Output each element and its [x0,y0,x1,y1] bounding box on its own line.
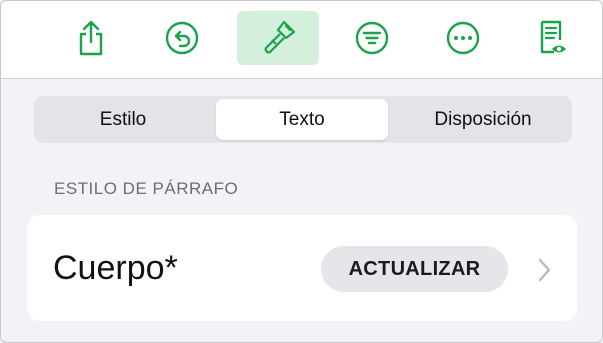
format-tabs: Estilo Texto Disposición [34,96,572,143]
more-icon [446,21,480,55]
tab-texto[interactable]: Texto [216,99,388,140]
undo-button[interactable] [155,11,209,65]
format-button[interactable] [237,11,319,65]
format-brush-icon [264,20,296,54]
undo-icon [165,21,199,55]
section-label: ESTILO DE PÁRRAFO [54,179,239,198]
paragraph-style-row[interactable]: Cuerpo* ACTUALIZAR [27,215,577,321]
chevron-right-icon [538,258,551,282]
organize-button[interactable] [345,11,399,65]
current-style-name: Cuerpo* [53,249,178,287]
tab-estilo[interactable]: Estilo [40,99,206,140]
document-view-icon [540,20,566,54]
share-icon [79,20,103,56]
document-view-button[interactable] [525,11,579,65]
update-style-button[interactable]: ACTUALIZAR [321,246,508,292]
share-button[interactable] [64,11,118,65]
toolbar [1,1,602,79]
format-panel: Estilo Texto Disposición ESTILO DE PÁRRA… [0,0,603,343]
tab-disposicion[interactable]: Disposición [398,99,568,140]
more-button[interactable] [436,11,490,65]
organize-icon [355,21,389,55]
